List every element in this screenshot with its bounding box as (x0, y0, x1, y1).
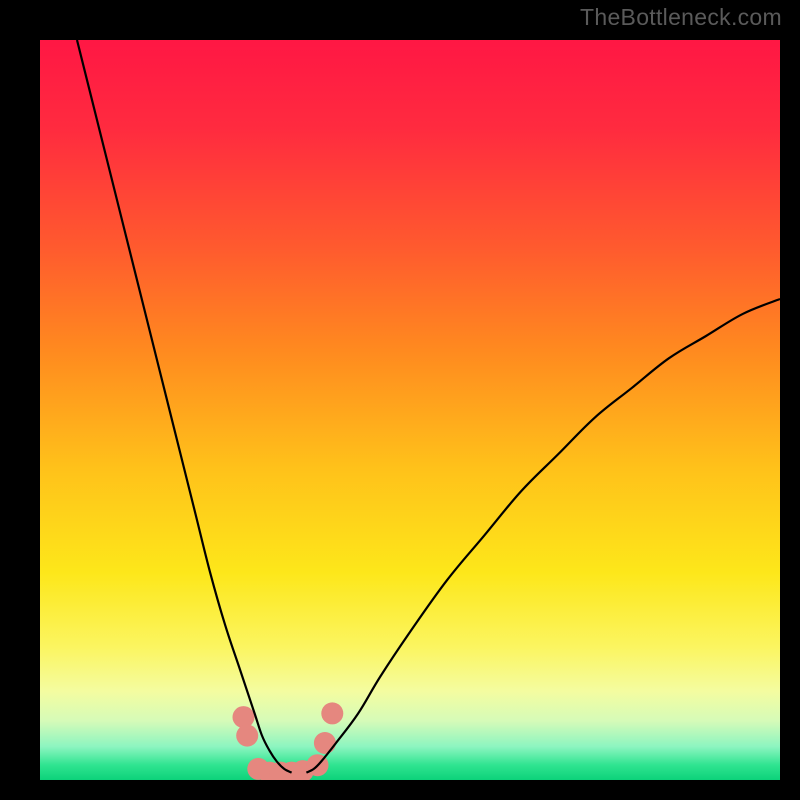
marker-dot (321, 702, 343, 724)
marker-dot (314, 732, 336, 754)
marker-dot (236, 725, 258, 747)
marker-group (233, 702, 344, 780)
curve-right-branch (306, 299, 780, 773)
curve-layer (40, 40, 780, 780)
marker-dot (233, 706, 255, 728)
watermark-text: TheBottleneck.com (580, 4, 782, 31)
curve-left-branch (77, 40, 292, 773)
plot-area (40, 40, 780, 780)
